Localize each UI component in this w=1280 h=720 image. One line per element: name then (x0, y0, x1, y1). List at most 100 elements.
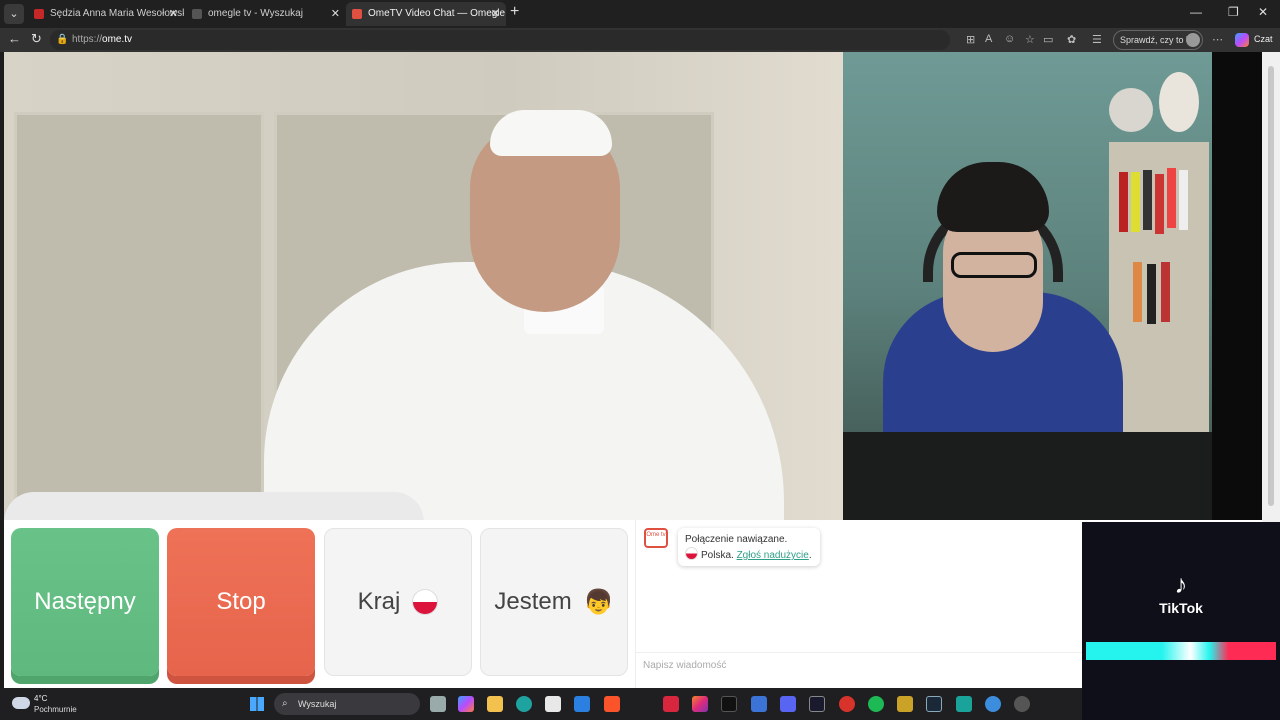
next-button[interactable]: Następny (11, 528, 159, 676)
vehicle (4, 492, 424, 520)
message-placeholder: Napisz wiadomość (643, 660, 727, 671)
taskbar-search[interactable]: ⌕ Wyszukaj (274, 693, 420, 715)
cloud-icon[interactable] (12, 697, 30, 709)
close-window-icon[interactable]: ✕ (1258, 5, 1268, 19)
address-prefix: https:// (72, 34, 103, 45)
glasses (951, 252, 1037, 278)
tab-close-icon[interactable]: ✕ (491, 2, 500, 26)
outlook-icon[interactable] (574, 696, 590, 712)
plush-toy (1109, 88, 1153, 132)
stop-label: Stop (216, 588, 266, 615)
discord-icon[interactable] (780, 696, 796, 712)
copilot-icon[interactable] (1235, 33, 1249, 47)
report-abuse-link[interactable]: Zgłoś nadużycie (737, 550, 809, 561)
person-cap (490, 110, 612, 156)
person-hair (937, 162, 1049, 232)
tiktok-name: TikTok (1159, 600, 1203, 616)
spotify-icon[interactable] (868, 696, 884, 712)
favorite-star-icon[interactable]: ☆ (1025, 33, 1035, 46)
search-icon: ⌕ (282, 698, 288, 709)
file-explorer-icon[interactable] (487, 696, 503, 712)
weather-temperature[interactable]: 4°C (34, 694, 47, 703)
book (1179, 170, 1188, 230)
video-margin (1212, 52, 1262, 520)
profile-button[interactable]: Sprawdź, czy to Ty (1113, 30, 1203, 50)
back-icon[interactable]: ← (8, 31, 21, 46)
ometv-logo-text: Ome tv (646, 532, 666, 538)
favorites-icon[interactable]: ☰ (1092, 33, 1102, 46)
calendar-icon[interactable] (751, 696, 767, 712)
profile-label: Sprawdź, czy to Ty (1120, 35, 1196, 45)
report-suffix: . (808, 550, 812, 561)
extension-icon[interactable]: ☺ (1004, 33, 1015, 45)
address-domain: ome.tv (102, 34, 133, 45)
book (1143, 170, 1152, 230)
extensions-puzzle-icon[interactable]: ✿ (1067, 33, 1076, 46)
poland-flag-icon (412, 589, 439, 615)
tab-actions-menu[interactable]: ⌄ (4, 4, 24, 24)
book (1155, 174, 1164, 234)
windows-start-icon[interactable] (250, 697, 264, 711)
tab-close-icon[interactable]: ✕ (169, 2, 178, 26)
reload-icon[interactable]: ↻ (31, 31, 42, 47)
tab-title: omegle tv - Wyszukaj (208, 8, 303, 19)
game-app-icon[interactable] (839, 696, 855, 712)
message-input[interactable]: Napisz wiadomość (636, 652, 1083, 678)
store-icon[interactable] (545, 696, 561, 712)
tab-close-icon[interactable]: ✕ (331, 2, 340, 26)
media-icon[interactable]: ▭ (1043, 33, 1053, 46)
plush-toy (1159, 72, 1199, 132)
self-video (843, 52, 1212, 520)
wall-panel (14, 112, 264, 512)
lock-icon: 🔒 (56, 34, 69, 45)
translate-icon[interactable]: A (985, 33, 992, 45)
task-view-icon[interactable] (430, 696, 446, 712)
taskbar-search-placeholder: Wyszukaj (298, 699, 337, 709)
app-teal-icon[interactable] (956, 696, 972, 712)
chat-label[interactable]: Czat (1254, 34, 1273, 44)
instagram-icon[interactable] (692, 696, 708, 712)
league-icon[interactable] (897, 696, 913, 712)
system-message: Połączenie nawiązane. Polska. Zgłoś nadu… (678, 528, 820, 566)
book (1161, 262, 1170, 322)
more-menu-icon[interactable]: ⋯ (1212, 33, 1223, 46)
desk (843, 432, 1212, 520)
tab-search[interactable]: omegle tv - Wyszukaj ✕ (186, 2, 346, 26)
address-bar[interactable]: 🔒 https://ome.tv (50, 30, 950, 50)
copilot-app-icon[interactable] (458, 696, 474, 712)
next-label: Następny (34, 588, 136, 615)
tiktok-app-icon[interactable] (721, 696, 737, 712)
book (1133, 262, 1142, 322)
avatar (1186, 33, 1200, 47)
tab-sedzia[interactable]: Sędzia Anna Maria Wesołowska o ✕ (28, 2, 184, 26)
app-u-icon[interactable] (809, 696, 825, 712)
tiktok-glitch-bar (1086, 642, 1276, 660)
app-gray-icon[interactable] (1014, 696, 1030, 712)
weather-description[interactable]: Pochmurnie (34, 705, 77, 714)
stranger-video (4, 52, 843, 520)
chat-panel: Ome tv Połączenie nawiązane. Polska. Zgł… (635, 520, 1083, 688)
taskbar: 4°C Pochmurnie ⌕ Wyszukaj (0, 688, 1082, 720)
edge-icon[interactable] (516, 696, 532, 712)
ometv-logo-icon: Ome tv (644, 528, 668, 548)
steam-icon[interactable] (926, 696, 942, 712)
gender-button[interactable]: Jestem 👦 (480, 528, 628, 676)
connection-status: Połączenie nawiązane. (685, 534, 788, 545)
split-screen-icon[interactable]: ⊞ (966, 33, 975, 46)
tiktok-overlay: ♪ TikTok (1082, 522, 1280, 720)
brave-icon[interactable] (604, 696, 620, 712)
tab-favicon-icon (34, 9, 44, 19)
scrollbar-thumb[interactable] (1268, 66, 1274, 506)
country-label: Kraj (357, 588, 401, 615)
new-tab-button[interactable]: + (510, 3, 519, 21)
tab-ometv[interactable]: OmeTV Video Chat — Omegle ✕ (346, 2, 506, 26)
browser-toolbar: ← ↻ 🔒 https://ome.tv ⊞ A ☺ ☆ ▭ ✿ ☰ Spraw… (0, 28, 1280, 52)
stop-button[interactable]: Stop (167, 528, 315, 676)
boy-icon: 👦 (583, 588, 614, 616)
app-blue-icon[interactable] (985, 696, 1001, 712)
wattpad-icon[interactable] (663, 696, 679, 712)
country-button[interactable]: Kraj (324, 528, 472, 676)
tiktok-logo-icon: ♪ (1174, 569, 1188, 599)
minimize-icon[interactable]: — (1190, 5, 1202, 19)
maximize-icon[interactable]: ❐ (1228, 5, 1239, 19)
